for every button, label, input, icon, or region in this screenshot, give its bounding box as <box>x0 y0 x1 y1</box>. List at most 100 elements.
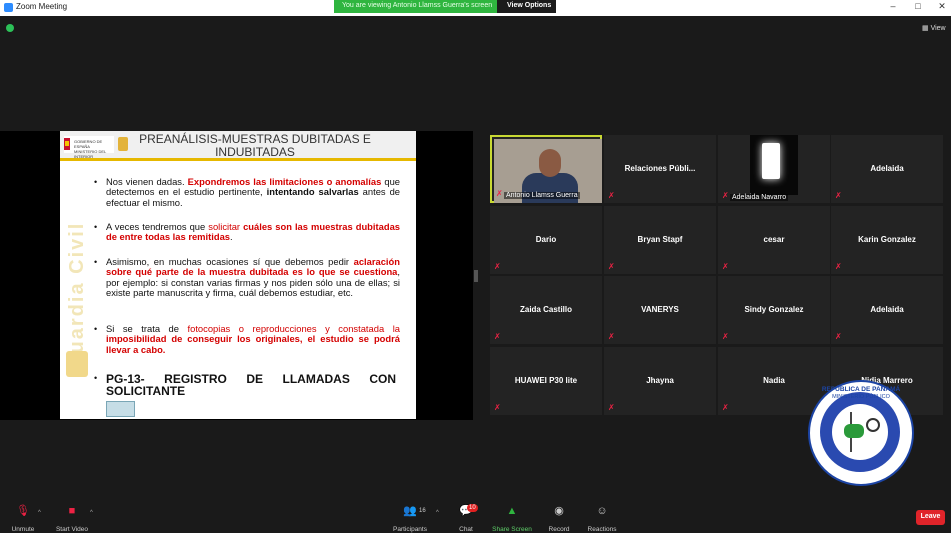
participant-name: Dario <box>535 235 557 244</box>
participant-tile[interactable]: Bryan Stapf ✗ <box>604 206 716 274</box>
guardia-civil-emblem-icon <box>118 137 128 151</box>
bullet-marker: • <box>94 177 98 187</box>
zoom-app-icon <box>4 3 13 12</box>
presentation-slide: GOBIERNO DE ESPAÑA MINISTERIO DEL INTERI… <box>60 131 416 419</box>
video-light <box>762 143 780 179</box>
participant-tile[interactable]: Adelaida ✗ <box>831 135 943 203</box>
video-person-head <box>539 149 561 177</box>
participant-name: Jhayna <box>646 376 674 385</box>
participant-video <box>750 135 798 195</box>
meeting-toolbar: 🎙 Unmute ^ ■ Start Video ^ 👥 Participant… <box>0 500 951 533</box>
split-view-handle[interactable] <box>474 270 478 282</box>
slide-header-rule <box>60 158 416 161</box>
bullet-marker: • <box>94 222 98 232</box>
participant-tile[interactable]: Jhayna ✗ <box>604 347 716 415</box>
chat-unread-badge: 10 <box>467 504 478 512</box>
participant-name: Adelaida <box>870 305 904 314</box>
bullet-marker: • <box>94 324 98 334</box>
slide-link-box <box>106 401 135 417</box>
government-logo: GOBIERNO DE ESPAÑA MINISTERIO DEL INTERI… <box>64 136 114 159</box>
slide-header: GOBIERNO DE ESPAÑA MINISTERIO DEL INTERI… <box>60 131 416 159</box>
magnifier-icon <box>866 418 880 432</box>
start-video-button[interactable]: ■ Start Video <box>54 504 90 533</box>
share-banner-text: You are viewing Antonio Llamss Guerra's … <box>342 2 493 9</box>
participant-name: VANERYS <box>641 305 679 314</box>
audio-options-chevron-icon[interactable]: ^ <box>38 510 41 516</box>
mic-muted-icon: ✗ <box>494 403 501 412</box>
microphone-muted-icon: 🎙 <box>16 505 30 517</box>
participant-tile[interactable]: Relaciones Públi... ✗ <box>604 135 716 203</box>
participant-name: Relaciones Públi... <box>624 164 696 173</box>
gallery-view-button[interactable]: ▦ View <box>922 24 946 32</box>
participant-tile[interactable]: Dario ✗ <box>490 206 602 274</box>
mic-muted-icon: ✗ <box>835 262 842 271</box>
participants-count: 16 <box>419 508 426 514</box>
mic-muted-icon: ✗ <box>722 403 729 412</box>
bullet-text: Nos vienen dadas. Expondremos las limita… <box>106 176 401 208</box>
mic-muted-icon: ✗ <box>496 189 503 198</box>
participant-name: Karin Gonzalez <box>858 235 916 244</box>
participant-tile[interactable]: cesar ✗ <box>718 206 830 274</box>
ministry-text: GOBIERNO DE ESPAÑA MINISTERIO DEL INTERI… <box>74 139 107 159</box>
guardia-civil-crest-icon <box>66 351 88 377</box>
participant-name: Adelaida <box>870 164 904 173</box>
security-shield-icon[interactable] <box>6 24 14 32</box>
video-options-chevron-icon[interactable]: ^ <box>90 510 93 516</box>
mic-muted-icon: ✗ <box>494 262 501 271</box>
share-banner: You are viewing Antonio Llamss Guerra's … <box>334 0 556 13</box>
maximize-icon[interactable]: □ <box>911 1 925 11</box>
participant-tile[interactable]: Sindy Gonzalez ✗ <box>718 276 830 344</box>
mic-muted-icon: ✗ <box>494 332 501 341</box>
guardia-civil-watermark: Guardia Civil <box>66 221 88 371</box>
view-options-label: View Options <box>507 2 552 9</box>
participant-tile[interactable]: Nadia ✗ <box>718 347 830 415</box>
flag-emblem-icon <box>65 141 69 146</box>
slide-title: PREANÁLISIS-MUESTRAS DUBITADAS E INDUBIT… <box>135 133 375 159</box>
bullet-text: Asimismo, en muchas ocasiones sí que deb… <box>106 256 400 298</box>
share-screen-icon: ▲ <box>506 505 518 517</box>
record-button[interactable]: ◉ Record <box>546 504 572 533</box>
participant-tile[interactable]: ✗ Antonio Llamss Guerra <box>490 135 602 203</box>
mic-muted-icon: ✗ <box>835 191 842 200</box>
bullet-text: A veces tendremos que solicitar cuáles s… <box>106 221 400 243</box>
leave-label: Leave <box>920 513 941 520</box>
unmute-button[interactable]: 🎙 Unmute <box>8 504 38 533</box>
reactions-button[interactable]: ☺ Reactions <box>586 504 618 533</box>
mic-muted-icon: ✗ <box>608 403 615 412</box>
bullet-marker: • <box>94 257 98 267</box>
gallery-view-label: View <box>930 25 946 32</box>
reactions-icon: ☺ <box>596 505 608 517</box>
slide-side-band: Guardia Civil <box>60 161 94 419</box>
bullet-marker: • <box>94 373 98 383</box>
participant-name: HUAWEI P30 lite <box>514 376 578 385</box>
participant-name: Nadia <box>763 376 785 385</box>
leave-button[interactable]: Leave <box>916 510 945 525</box>
participant-name: Zaida Castillo <box>519 305 572 314</box>
participant-tile[interactable]: HUAWEI P30 lite ✗ <box>490 347 602 415</box>
ministerio-publico-seal: REPÚBLICA DE PANAMÁ MINISTERIO PÚBLICO <box>808 380 914 486</box>
close-icon[interactable]: ✕ <box>935 1 949 12</box>
participant-tile[interactable]: VANERYS ✗ <box>604 276 716 344</box>
minimize-icon[interactable]: – <box>886 1 900 11</box>
participant-tile[interactable]: Karin Gonzalez ✗ <box>831 206 943 274</box>
seal-sub-text: MINISTERIO PÚBLICO <box>832 394 890 400</box>
participant-name: Adelaida Navarro <box>730 194 789 201</box>
map-icon <box>844 424 864 438</box>
participant-name: Sindy Gonzalez <box>744 305 804 314</box>
mic-muted-icon: ✗ <box>722 191 729 200</box>
mic-muted-icon: ✗ <box>608 262 615 271</box>
mic-muted-icon: ✗ <box>608 191 615 200</box>
mic-muted-icon: ✗ <box>722 262 729 271</box>
participant-tile[interactable]: ✗ Adelaida Navarro <box>718 135 830 203</box>
view-options-button[interactable]: View Options <box>497 0 556 13</box>
bullet-text: Si se trata de fotocopias o reproduccion… <box>106 323 400 355</box>
record-icon: ◉ <box>554 505 564 517</box>
share-screen-button[interactable]: ▲ Share Screen <box>491 504 533 533</box>
participants-chevron-icon[interactable]: ^ <box>436 510 439 516</box>
participant-tile[interactable]: Zaida Castillo ✗ <box>490 276 602 344</box>
slide-procedure-line: PG-13- REGISTRO DE LLAMADAS CON SOLICITA… <box>106 372 396 398</box>
participant-name: Antonio Llamss Guerra <box>504 192 580 199</box>
mic-muted-icon: ✗ <box>835 332 842 341</box>
participant-tile[interactable]: Adelaida ✗ <box>831 276 943 344</box>
seal-top-text: REPÚBLICA DE PANAMÁ <box>821 386 901 393</box>
